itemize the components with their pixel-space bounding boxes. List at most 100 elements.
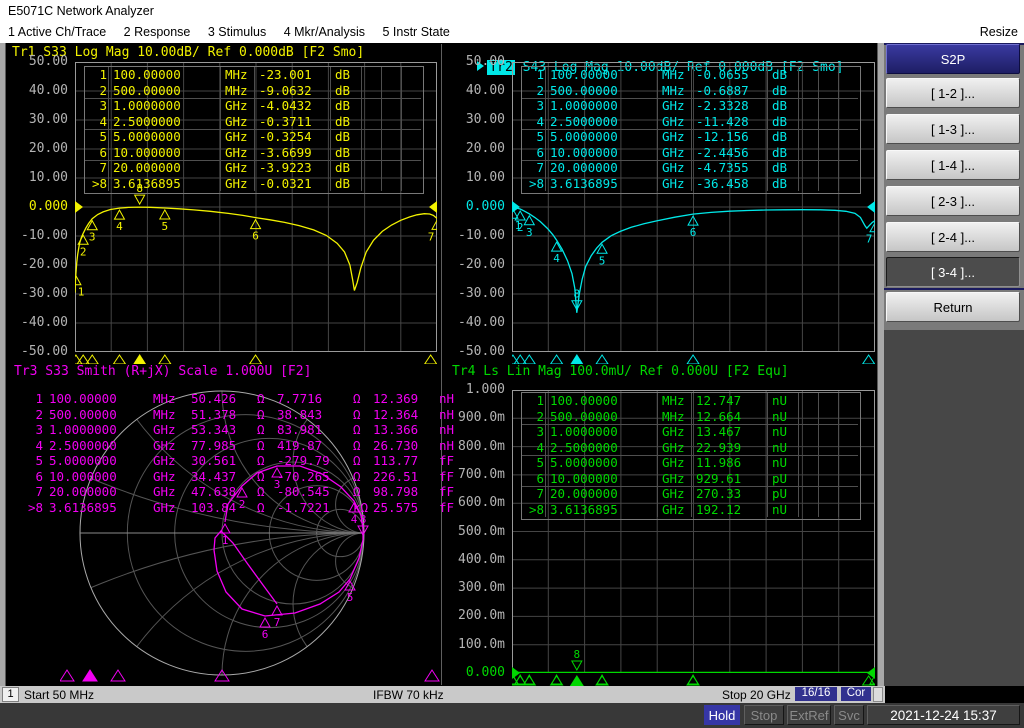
tr3-title: Tr3 S33 Smith (R+jX) Scale 1.000U [F2]	[14, 364, 312, 379]
y-axis-label: -20.00	[458, 257, 505, 272]
correction-badge: Cor	[841, 687, 871, 701]
svg-text:4: 4	[553, 252, 560, 265]
sweep-count-badge: 16/16	[795, 687, 837, 701]
softkey-1-4[interactable]: [ 1-4 ]...	[886, 150, 1020, 180]
svc-indicator: Svc	[834, 705, 864, 725]
marker-table-row: 1 100.00000 MHz 50.426 Ω 7.7716 Ω 12.369 nH	[35, 391, 455, 406]
softkey-1-3[interactable]: [ 1-3 ]...	[886, 114, 1020, 144]
stimulus-marker-icon	[424, 669, 440, 682]
y-axis-label: 900.0m	[458, 410, 505, 426]
y-axis-label: 0.000	[465, 199, 505, 214]
menu-bar: 1 Active Ch/Trace 2 Response 3 Stimulus …	[0, 22, 1024, 43]
y-axis-label: -30.00	[21, 286, 68, 301]
window-title: E5071C Network Analyzer	[8, 4, 154, 18]
left-window-edge	[0, 43, 6, 686]
svg-text:8: 8	[574, 648, 581, 661]
marker-symbol-5[interactable]: 5	[344, 579, 356, 604]
svg-text:1: 1	[222, 534, 229, 547]
menu-item-mkr-analysis[interactable]: 4 Mkr/Analysis	[277, 22, 372, 43]
y-axis-label: 10.00	[465, 170, 505, 185]
y-axis-label: 300.0m	[458, 580, 505, 596]
marker-symbol-3[interactable]: 3	[523, 214, 536, 239]
stimulus-marker-icon	[248, 354, 263, 364]
tr4-title: Tr4 Ls Lin Mag 100.0mU/ Ref 0.000U [F2 E…	[452, 364, 789, 379]
y-axis-label: 20.00	[28, 141, 68, 156]
menu-item-instr-state[interactable]: 5 Instr State	[375, 22, 456, 43]
menu-item-response[interactable]: 2 Response	[117, 22, 198, 43]
y-axis-label: 600.0m	[458, 495, 505, 511]
stimulus-marker-icon	[110, 669, 126, 682]
softkey-1-2[interactable]: [ 1-2 ]...	[886, 78, 1020, 108]
y-axis-label: 800.0m	[458, 438, 505, 454]
marker-table-row: 6 10.000000 GHz 34.437 Ω -70.265 Ω 226.51 fF	[35, 468, 455, 484]
marker-symbol-5[interactable]: 5	[158, 208, 171, 233]
stimulus-marker-icon	[112, 354, 127, 364]
svg-text:1: 1	[78, 286, 85, 299]
stimulus-marker-icon	[595, 354, 609, 364]
ref-level-pointer-left	[512, 201, 520, 213]
svg-text:5: 5	[347, 591, 354, 604]
marker-symbol-1[interactable]: 1	[75, 274, 85, 299]
active-stimulus-marker-icon	[133, 354, 147, 364]
tr2-marker-table: 1 100.00000 MHz -0.0655 dB 2 500.00000 MHz -0.68…	[521, 66, 861, 194]
active-stimulus-marker-icon	[570, 354, 584, 364]
y-axis-label: 0.000	[28, 199, 68, 214]
stop-frequency: Stop 20 GHz	[722, 688, 791, 702]
y-axis-label: 50.00	[28, 54, 68, 69]
ref-level-pointer-left	[75, 201, 83, 213]
y-axis-label: 200.0m	[458, 608, 505, 624]
svg-text:8: 8	[574, 288, 581, 301]
y-axis-label: 100.0m	[458, 636, 505, 652]
marker-table-row: 3 1.0000000 GHz 53.343 Ω 83.981 Ω 13.366 nH	[35, 422, 455, 437]
svg-text:2: 2	[517, 221, 524, 234]
menu-item-stimulus[interactable]: 3 Stimulus	[201, 22, 273, 43]
marker-symbol-7[interactable]: 7	[866, 221, 875, 246]
marker-symbol-6[interactable]: 6	[259, 616, 271, 641]
instrument-screen: E5071C Network Analyzer 1 Active Ch/Trac…	[0, 0, 1024, 728]
stimulus-marker-icon	[424, 354, 437, 364]
active-stimulus-marker-icon	[569, 675, 584, 686]
marker-symbol-2[interactable]: 2	[514, 209, 527, 234]
y-axis-label: 0.000	[465, 665, 505, 680]
y-axis-label: 500.0m	[458, 523, 505, 539]
softkey-2-4[interactable]: [ 2-4 ]...	[886, 222, 1020, 252]
tr4-marker-table: 1 100.00000 MHz 12.747 nU 2 500.00000 MHz 12.664…	[521, 392, 861, 520]
resize-button[interactable]: Resize	[980, 22, 1018, 43]
y-axis-label: -50.00	[458, 344, 505, 359]
svg-text:3: 3	[526, 226, 533, 239]
marker-symbol-8[interactable]: 8	[570, 648, 583, 672]
ref-level-pointer-right	[867, 201, 875, 213]
marker-table-row: 4 2.5000000 GHz 77.985 Ω 419.87 Ω 26.730 nH	[35, 437, 455, 453]
channel-number: 1	[2, 687, 19, 702]
svg-text:7: 7	[866, 233, 873, 246]
stimulus-marker-icon	[214, 669, 230, 682]
stimulus-marker-icon	[158, 354, 172, 364]
menu-item-active-ch-trace[interactable]: 1 Active Ch/Trace	[0, 22, 113, 43]
svg-text:6: 6	[252, 230, 259, 243]
marker-symbol-4[interactable]: 4	[113, 209, 126, 233]
marker-symbol-2[interactable]: 2	[77, 234, 90, 258]
start-frequency: Start 50 MHz	[24, 688, 95, 702]
softkey-title-s2p[interactable]: S2P	[886, 44, 1020, 74]
marker-symbol-7[interactable]: 7	[271, 604, 283, 629]
y-axis-label: 50.00	[465, 54, 505, 69]
ifbw-value: IFBW 70 kHz	[373, 688, 444, 702]
y-axis-label: -10.00	[21, 228, 68, 243]
softkey-2-3[interactable]: [ 2-3 ]...	[886, 186, 1020, 216]
marker-symbol-5[interactable]: 5	[596, 243, 608, 267]
softkey-group-separator	[884, 288, 1024, 290]
y-axis-label: 40.00	[465, 83, 505, 98]
marker-table-row: 7 20.000000 GHz 47.638 Ω -80.545 Ω 98.798 fF	[35, 484, 455, 499]
svg-text:5: 5	[162, 220, 169, 233]
softkey-3-4-active[interactable]: [ 3-4 ]...	[886, 257, 1020, 287]
y-axis-label: 40.00	[28, 83, 68, 98]
y-axis-label: 1.000	[465, 382, 505, 397]
y-axis-label: 30.00	[465, 112, 505, 127]
y-axis-label: -40.00	[458, 315, 505, 330]
stop-indicator: Stop	[744, 705, 784, 725]
marker-symbol-7[interactable]: 7	[428, 219, 437, 243]
marker-symbol-1[interactable]: 1	[219, 522, 231, 547]
svg-text:6: 6	[262, 628, 269, 641]
svg-text:2: 2	[80, 245, 87, 258]
softkey-return[interactable]: Return	[886, 292, 1020, 322]
